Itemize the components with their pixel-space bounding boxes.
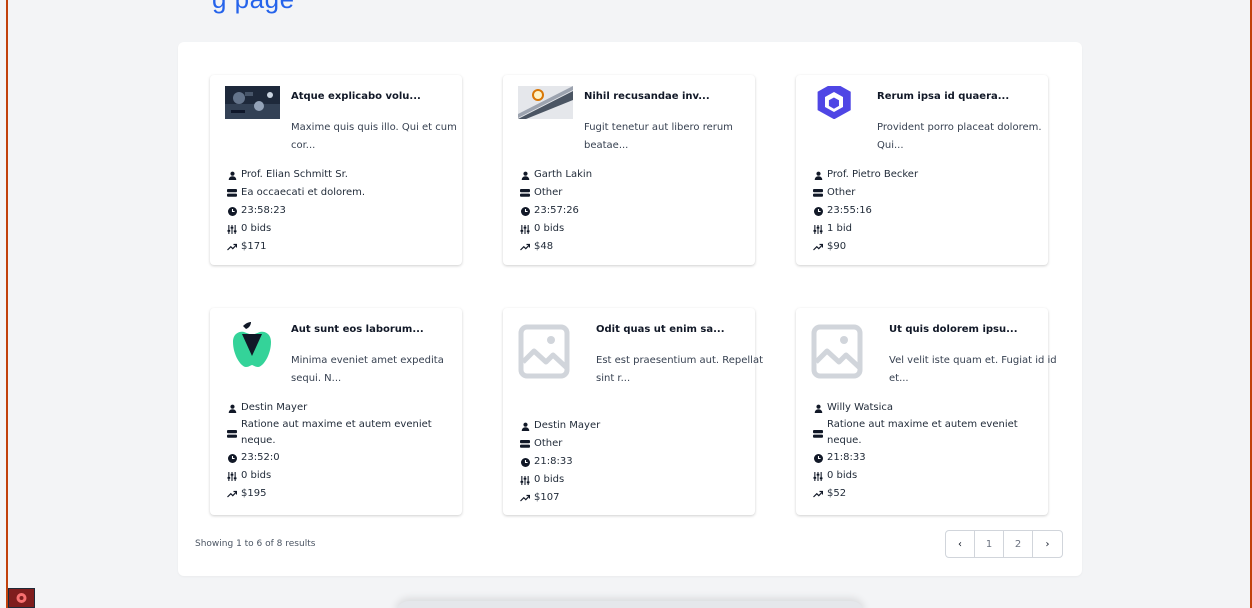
auction-card[interactable]: Rerum ipsa id quaera... Provident porro … <box>796 75 1048 265</box>
clock-icon <box>813 206 823 216</box>
card-description: Maxime quis quis illo. Qui et cum cor... <box>291 122 457 151</box>
user-icon <box>227 403 237 413</box>
trending-up-icon <box>227 489 237 499</box>
sliders-icon <box>520 475 530 485</box>
auction-card[interactable]: Aut sunt eos laborum... Minima eveniet a… <box>210 308 462 515</box>
user-icon <box>813 170 823 180</box>
database-icon <box>813 429 823 439</box>
card-title[interactable]: Ut quis dolorem ipsu... <box>889 324 1054 335</box>
trending-up-icon <box>520 493 530 503</box>
sliders-icon <box>520 224 530 234</box>
card-title[interactable]: Odit quas ut enim sa... <box>596 324 761 335</box>
card-description: Vel velit iste quam et. Fugiat id id et.… <box>889 355 1057 384</box>
card-bids: 0 bids <box>827 470 858 481</box>
card-description: Minima eveniet amet expedita sequi. N... <box>291 355 444 384</box>
clock-icon <box>520 457 530 467</box>
sliders-icon <box>227 471 237 481</box>
card-title[interactable]: Aut sunt eos laborum... <box>291 324 456 335</box>
card-time-left: 21:8:33 <box>827 452 866 463</box>
user-icon <box>520 170 530 180</box>
database-icon <box>520 188 530 198</box>
trending-up-icon <box>520 242 530 252</box>
card-price: $90 <box>827 241 847 252</box>
card-bids: 0 bids <box>534 474 565 485</box>
pagination-page-2-button[interactable]: 2 <box>1004 531 1033 557</box>
trending-up-icon <box>227 242 237 252</box>
pagination: ‹ 1 2 › <box>945 530 1063 558</box>
card-category: Ea occaecati et dolorem. <box>241 187 366 198</box>
card-price: $107 <box>534 492 560 503</box>
hexagon-logo <box>811 86 866 119</box>
card-seller: Willy Watsica <box>827 402 894 413</box>
auction-card[interactable]: Odit quas ut enim sa... Est est praesent… <box>503 308 763 515</box>
card-bids: 1 bid <box>827 223 853 234</box>
auction-card[interactable]: Nihil recusandae inv... Fugit tenetur au… <box>503 75 755 265</box>
user-icon <box>227 170 237 180</box>
card-time-left: 23:52:0 <box>241 452 280 463</box>
wristwatch-photo <box>518 86 573 119</box>
card-price: $195 <box>241 488 267 499</box>
image-placeholder-icon <box>518 324 573 380</box>
card-category: Other <box>534 438 563 449</box>
card-price: $48 <box>534 241 554 252</box>
database-icon <box>813 188 823 198</box>
card-category: Ratione aut maxime et autem eveniet nequ… <box>241 419 432 446</box>
card-time-left: 21:8:33 <box>534 456 573 467</box>
auction-card[interactable]: Ut quis dolorem ipsu... Vel velit iste q… <box>796 308 1057 515</box>
page-heading: g page <box>212 0 295 15</box>
pagination-prev-button[interactable]: ‹ <box>946 531 975 557</box>
clock-icon <box>227 206 237 216</box>
sliders-icon <box>813 224 823 234</box>
card-title[interactable]: Atque explicabo volu... <box>291 91 456 102</box>
card-seller: Destin Mayer <box>241 402 308 413</box>
auction-listing-panel: Atque explicabo volu... Maxime quis quis… <box>178 42 1082 576</box>
database-icon <box>227 188 237 198</box>
card-bids: 0 bids <box>241 223 272 234</box>
trending-up-icon <box>813 242 823 252</box>
bottom-drawer-edge <box>395 601 865 608</box>
results-count-text: Showing 1 to 6 of 8 results <box>195 539 316 549</box>
card-category: Other <box>827 187 856 198</box>
card-category: Other <box>534 187 563 198</box>
card-bids: 0 bids <box>241 470 272 481</box>
card-category: Ratione aut maxime et autem eveniet nequ… <box>827 419 1018 446</box>
database-icon <box>227 429 237 439</box>
user-icon <box>520 421 530 431</box>
image-placeholder-icon <box>811 324 866 380</box>
card-seller: Destin Mayer <box>534 420 601 431</box>
pagination-next-button[interactable]: › <box>1033 531 1062 557</box>
app-logo-icon <box>8 588 35 608</box>
circuit-board-photo <box>225 86 280 119</box>
clock-icon <box>813 453 823 463</box>
card-description: Est est praesentium aut. Repellat sint r… <box>596 355 763 384</box>
clock-icon <box>227 453 237 463</box>
card-title[interactable]: Rerum ipsa id quaera... <box>877 91 1042 102</box>
pagination-page-1-button[interactable]: 1 <box>975 531 1004 557</box>
card-time-left: 23:57:26 <box>534 205 579 216</box>
user-icon <box>813 403 823 413</box>
card-description: Provident porro placeat dolorem. Qui... <box>877 122 1042 151</box>
card-price: $171 <box>241 241 267 252</box>
card-title[interactable]: Nihil recusandae inv... <box>584 91 749 102</box>
sliders-icon <box>813 471 823 481</box>
card-seller: Prof. Elian Schmitt Sr. <box>241 169 348 180</box>
card-time-left: 23:58:23 <box>241 205 286 216</box>
card-description: Fugit tenetur aut libero rerum beatae... <box>584 122 733 151</box>
apple-logo <box>225 322 280 368</box>
auction-card[interactable]: Atque explicabo volu... Maxime quis quis… <box>210 75 462 265</box>
database-icon <box>520 439 530 449</box>
card-seller: Prof. Pietro Becker <box>827 169 919 180</box>
trending-up-icon <box>813 489 823 499</box>
clock-icon <box>520 206 530 216</box>
sliders-icon <box>227 224 237 234</box>
card-bids: 0 bids <box>534 223 565 234</box>
card-seller: Garth Lakin <box>534 169 593 180</box>
card-price: $52 <box>827 488 847 499</box>
card-time-left: 23:55:16 <box>827 205 872 216</box>
left-border <box>6 0 8 608</box>
